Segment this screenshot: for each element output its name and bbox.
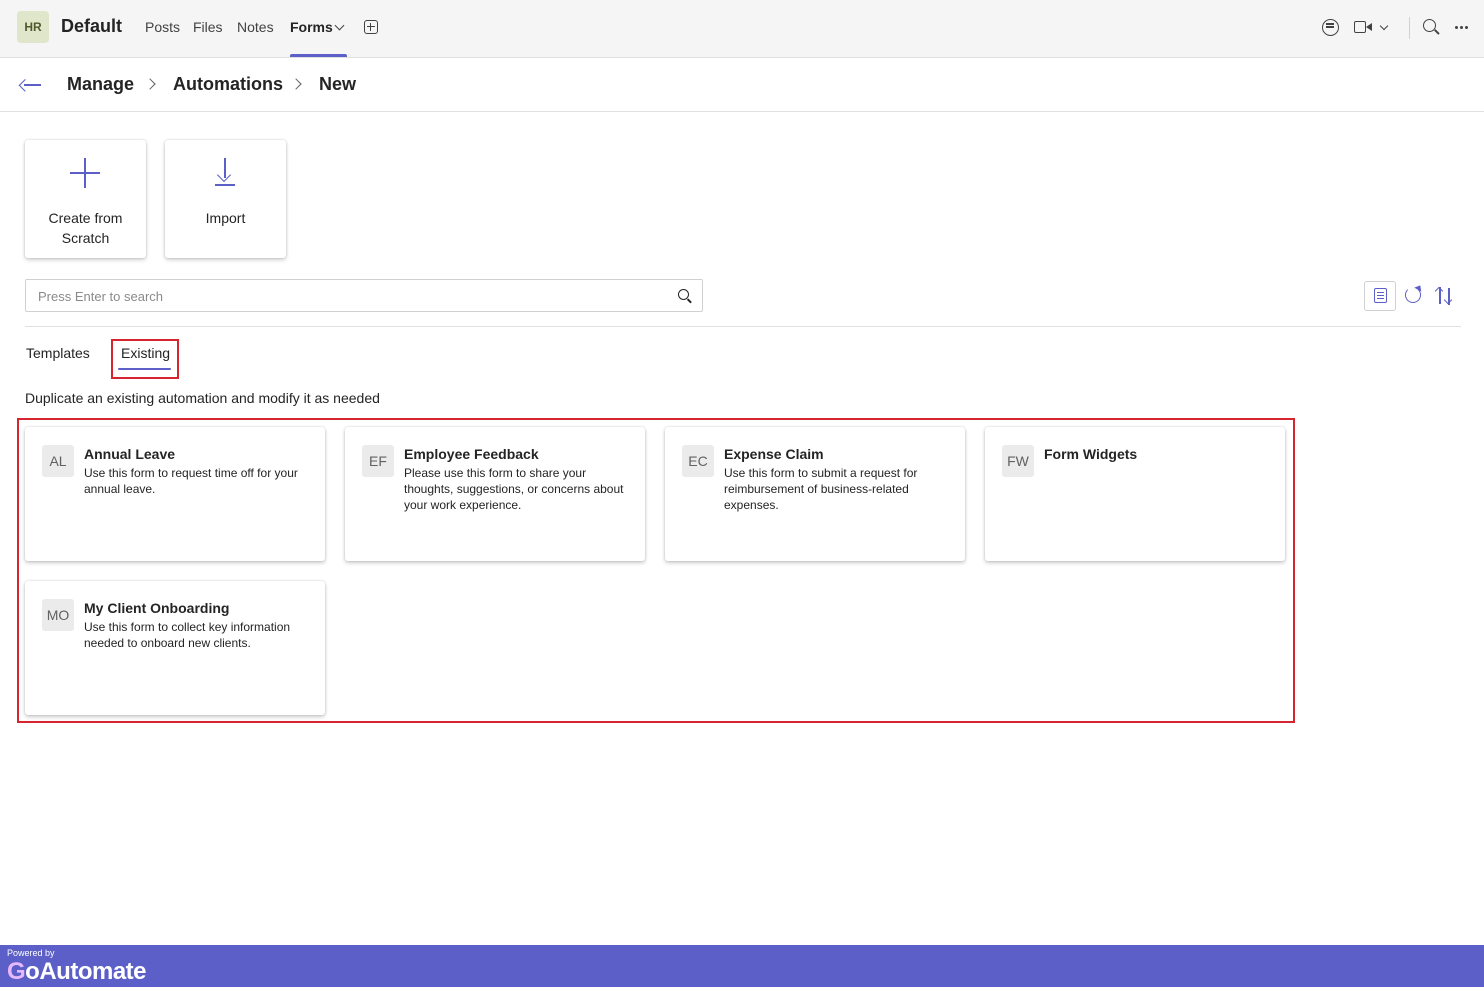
highlight-box-tab	[111, 339, 179, 379]
breadcrumb-automations[interactable]: Automations	[173, 74, 283, 95]
tab-posts[interactable]: Posts	[145, 19, 180, 35]
list-view-button[interactable]	[1364, 281, 1396, 311]
search-input[interactable]	[38, 286, 658, 306]
import-button[interactable]: Import	[165, 140, 286, 258]
breadcrumb-separator-icon	[144, 78, 156, 90]
team-name[interactable]: Default	[61, 16, 122, 37]
brand-logo-text: oAutomate	[25, 958, 147, 985]
breadcrumb-new: New	[319, 74, 357, 94]
active-tab-indicator	[290, 54, 347, 57]
tab-templates[interactable]: Templates	[26, 345, 90, 361]
search-icon[interactable]	[1423, 19, 1436, 32]
video-chevron-down-icon[interactable]	[1379, 21, 1389, 31]
footer: Powered by GoAutomate	[0, 945, 1484, 987]
more-icon[interactable]	[1455, 26, 1458, 29]
top-bar: HR Default Posts Files Notes Forms	[0, 0, 1484, 58]
highlight-box-cards	[17, 418, 1295, 723]
create-from-scratch-button[interactable]: Create from Scratch	[25, 140, 146, 258]
chevron-down-icon[interactable]	[334, 20, 345, 31]
powered-by-label: Powered by	[7, 948, 55, 958]
breadcrumb: Manage Automations New	[0, 58, 1484, 112]
add-tab-icon[interactable]	[364, 20, 378, 34]
team-avatar[interactable]: HR	[17, 11, 49, 43]
refresh-icon[interactable]	[1405, 287, 1421, 303]
list-icon	[1374, 288, 1387, 303]
tab-forms[interactable]: Forms	[290, 19, 333, 35]
import-label: Import	[205, 210, 246, 226]
chat-icon[interactable]	[1322, 19, 1339, 36]
section-subtitle: Duplicate an existing automation and mod…	[25, 390, 380, 406]
sort-icon[interactable]	[1434, 286, 1454, 305]
divider	[25, 326, 1461, 327]
tab-notes[interactable]: Notes	[237, 19, 274, 35]
breadcrumb-separator-icon	[290, 78, 302, 90]
create-from-scratch-label: Create from Scratch	[48, 210, 123, 246]
download-icon	[215, 158, 235, 186]
search-icon[interactable]	[678, 289, 689, 300]
tab-files[interactable]: Files	[193, 19, 223, 35]
search-box	[25, 279, 703, 312]
divider	[1409, 17, 1410, 39]
brand-logo: GoAutomate	[7, 958, 147, 986]
breadcrumb-manage[interactable]: Manage	[67, 74, 134, 95]
back-arrow-icon[interactable]	[24, 84, 41, 86]
brand-logo-g: G	[7, 958, 26, 985]
video-icon[interactable]	[1354, 21, 1372, 33]
plus-icon	[70, 158, 100, 188]
